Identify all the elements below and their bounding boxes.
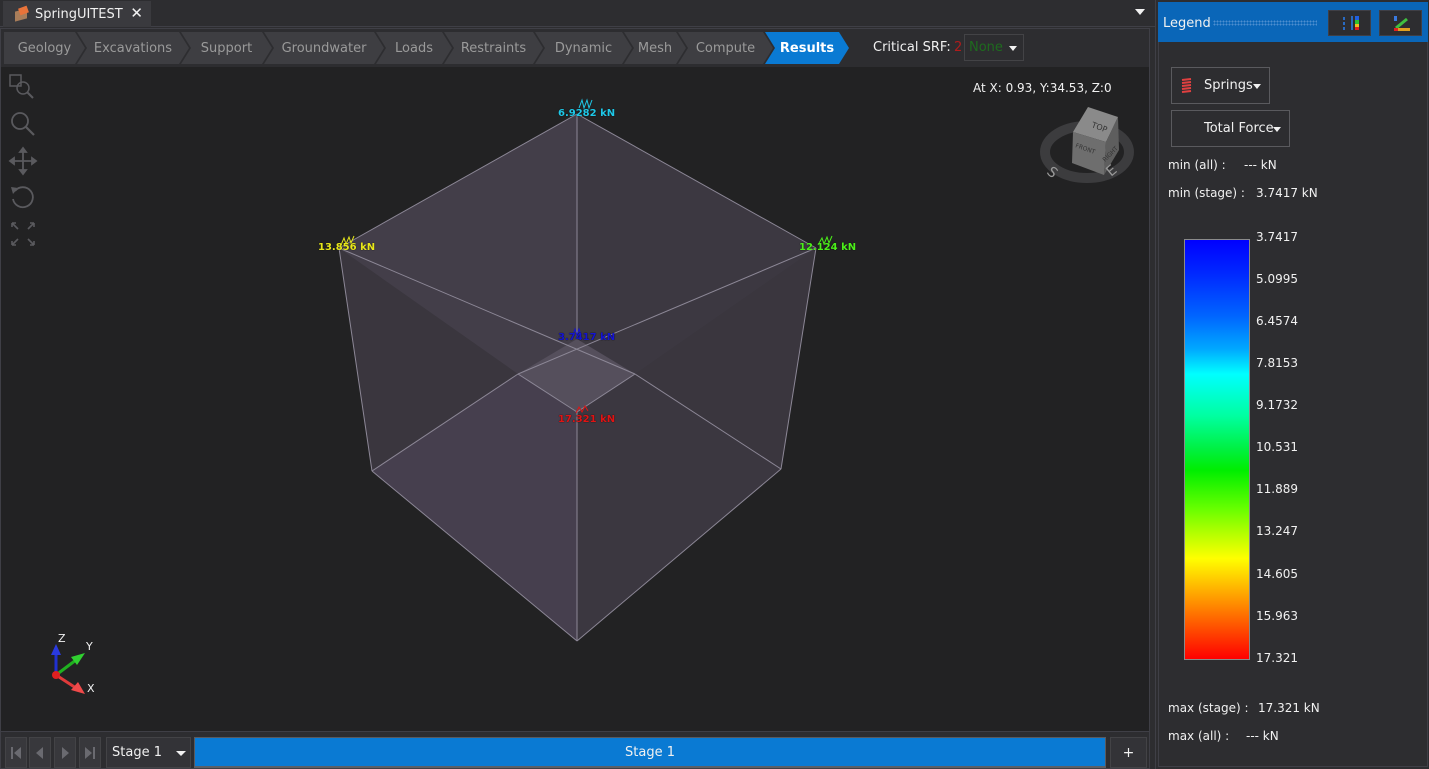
close-icon[interactable]: ✕	[130, 4, 143, 22]
first-stage-icon	[11, 746, 21, 759]
result-quantity-value: Total Force	[1204, 121, 1274, 136]
workflow-step-compute[interactable]: Compute	[678, 32, 773, 64]
tab-list-dropdown-icon[interactable]	[1135, 9, 1145, 15]
y-axis-label: Y	[85, 640, 93, 653]
color-scale-tick: 3.7417	[1256, 230, 1298, 244]
entity-type-value: Springs	[1204, 78, 1253, 93]
color-scale-tick: 7.8153	[1256, 356, 1298, 370]
legend-header: Legend	[1158, 2, 1428, 42]
max-all-row: max (all) : --- kN	[1168, 729, 1279, 743]
min-all-value: --- kN	[1244, 158, 1277, 172]
chart-icon	[1394, 16, 1410, 31]
max-all-value: --- kN	[1246, 729, 1279, 743]
spring-force-label: 13.856 kN	[318, 242, 376, 253]
spring-icon	[1181, 78, 1192, 93]
color-scale-tick: 14.605	[1256, 567, 1298, 581]
workflow-step-loads[interactable]: Loads	[376, 32, 452, 64]
color-scale-tick: 10.531	[1256, 440, 1298, 454]
min-all-row: min (all) : --- kN	[1168, 158, 1277, 172]
workflow-steps: Geology Excavations Support Groundwater …	[4, 32, 841, 64]
previous-stage-icon	[36, 746, 43, 759]
spring-force-label: 17.321 kN	[558, 414, 616, 425]
document-tab-bar: SpringUITEST ✕	[0, 0, 1155, 27]
max-stage-row: max (stage) : 17.321 kN	[1168, 701, 1320, 715]
model-scene	[338, 98, 833, 642]
color-scale-tick: 6.4574	[1256, 314, 1298, 328]
max-stage-label: max (stage) :	[1168, 701, 1249, 715]
x-axis-label: X	[87, 682, 95, 695]
min-all-label: min (all) :	[1168, 158, 1226, 172]
critical-srf-value: None	[969, 40, 1003, 55]
z-axis-arrow	[51, 644, 61, 655]
stage-tab[interactable]: Stage 1	[194, 737, 1106, 768]
color-scale-bar	[1184, 239, 1250, 660]
color-scale-tick: 11.889	[1256, 482, 1298, 496]
min-stage-value: 3.7417 kN	[1256, 186, 1318, 200]
chevron-down-icon	[1273, 127, 1281, 132]
pan-icon[interactable]	[8, 146, 38, 176]
result-quantity-dropdown[interactable]: Total Force	[1171, 110, 1290, 147]
zoom-icon[interactable]	[8, 109, 38, 139]
workflow-step-geology[interactable]: Geology	[4, 32, 85, 64]
critical-srf-marker: 2	[954, 40, 963, 55]
critical-srf-dropdown[interactable]: None	[964, 34, 1024, 61]
spring-force-label: 6.9282 kN	[558, 108, 616, 119]
coordinate-readout: At X: 0.93, Y:34.53, Z:0	[973, 81, 1112, 95]
zoom-extents-icon[interactable]	[8, 219, 38, 249]
last-stage-icon	[85, 746, 95, 759]
next-stage-button[interactable]	[54, 737, 76, 768]
previous-stage-button[interactable]	[29, 737, 51, 768]
color-scale-tick: 13.247	[1256, 524, 1298, 538]
zoom-window-icon[interactable]	[8, 73, 38, 103]
contour-legend-icon	[1343, 16, 1359, 30]
critical-srf-label: Critical SRF:	[873, 40, 951, 55]
stage-dropdown[interactable]: Stage 1	[106, 737, 191, 768]
max-all-label: max (all) :	[1168, 729, 1230, 743]
stage-bar: Stage 1 Stage 1 +	[0, 731, 1150, 769]
view-cube[interactable]: TOP FRONT RIGHT S E	[1036, 97, 1136, 187]
spring-force-label: 3.7417 kN	[558, 332, 616, 343]
chevron-down-icon	[1009, 46, 1017, 51]
legend-settings-button[interactable]	[1328, 10, 1371, 36]
chevron-down-icon	[1253, 84, 1261, 89]
document-tab[interactable]: SpringUITEST ✕	[3, 1, 151, 27]
document-tab-title: SpringUITEST	[35, 6, 123, 22]
workflow-step-support[interactable]: Support	[181, 32, 272, 64]
3d-viewport[interactable]: 6.9282 kN 13.856 kN 12.124 kN 3.7417 kN …	[0, 67, 1150, 731]
legend-title: Legend	[1163, 16, 1211, 31]
next-stage-icon	[62, 746, 69, 759]
workflow-step-results[interactable]: Results	[765, 32, 849, 64]
workflow-step-excavations[interactable]: Excavations	[77, 32, 189, 64]
workflow-step-groundwater[interactable]: Groundwater	[264, 32, 384, 64]
max-stage-value: 17.321 kN	[1258, 701, 1320, 715]
color-scale-tick: 9.1732	[1256, 398, 1298, 412]
first-stage-button[interactable]	[5, 737, 27, 768]
rotate-icon[interactable]	[8, 182, 38, 212]
workflow-step-dynamic[interactable]: Dynamic	[535, 32, 632, 64]
last-stage-button[interactable]	[79, 737, 101, 768]
workflow-step-restraints[interactable]: Restraints	[444, 32, 543, 64]
z-axis-label: Z	[58, 632, 66, 645]
x-axis-arrow	[71, 682, 85, 694]
app-window: SpringUITEST ✕ Geology Excavations Suppo…	[0, 0, 1429, 769]
min-stage-row: min (stage) : 3.7417 kN	[1168, 186, 1318, 200]
color-scale-tick: 15.963	[1256, 609, 1298, 623]
entity-type-dropdown[interactable]: Springs	[1171, 67, 1270, 104]
chart-settings-button[interactable]	[1379, 10, 1422, 36]
min-stage-label: min (stage) :	[1168, 186, 1245, 200]
app-cube-icon	[13, 7, 29, 21]
spring-force-label: 12.124 kN	[799, 242, 857, 253]
workflow-step-mesh[interactable]: Mesh	[624, 32, 686, 64]
workflow-bar: Geology Excavations Support Groundwater …	[0, 28, 1150, 67]
stage-dropdown-value: Stage 1	[112, 745, 162, 760]
add-stage-button[interactable]: +	[1110, 737, 1147, 768]
spring-glyph-top	[578, 98, 593, 110]
chevron-down-icon	[176, 751, 186, 756]
color-scale-tick: 17.321	[1256, 651, 1298, 665]
axis-triad: Z Y X	[51, 632, 95, 695]
panel-grip[interactable]	[1213, 20, 1317, 26]
color-scale-tick: 5.0995	[1256, 272, 1298, 286]
